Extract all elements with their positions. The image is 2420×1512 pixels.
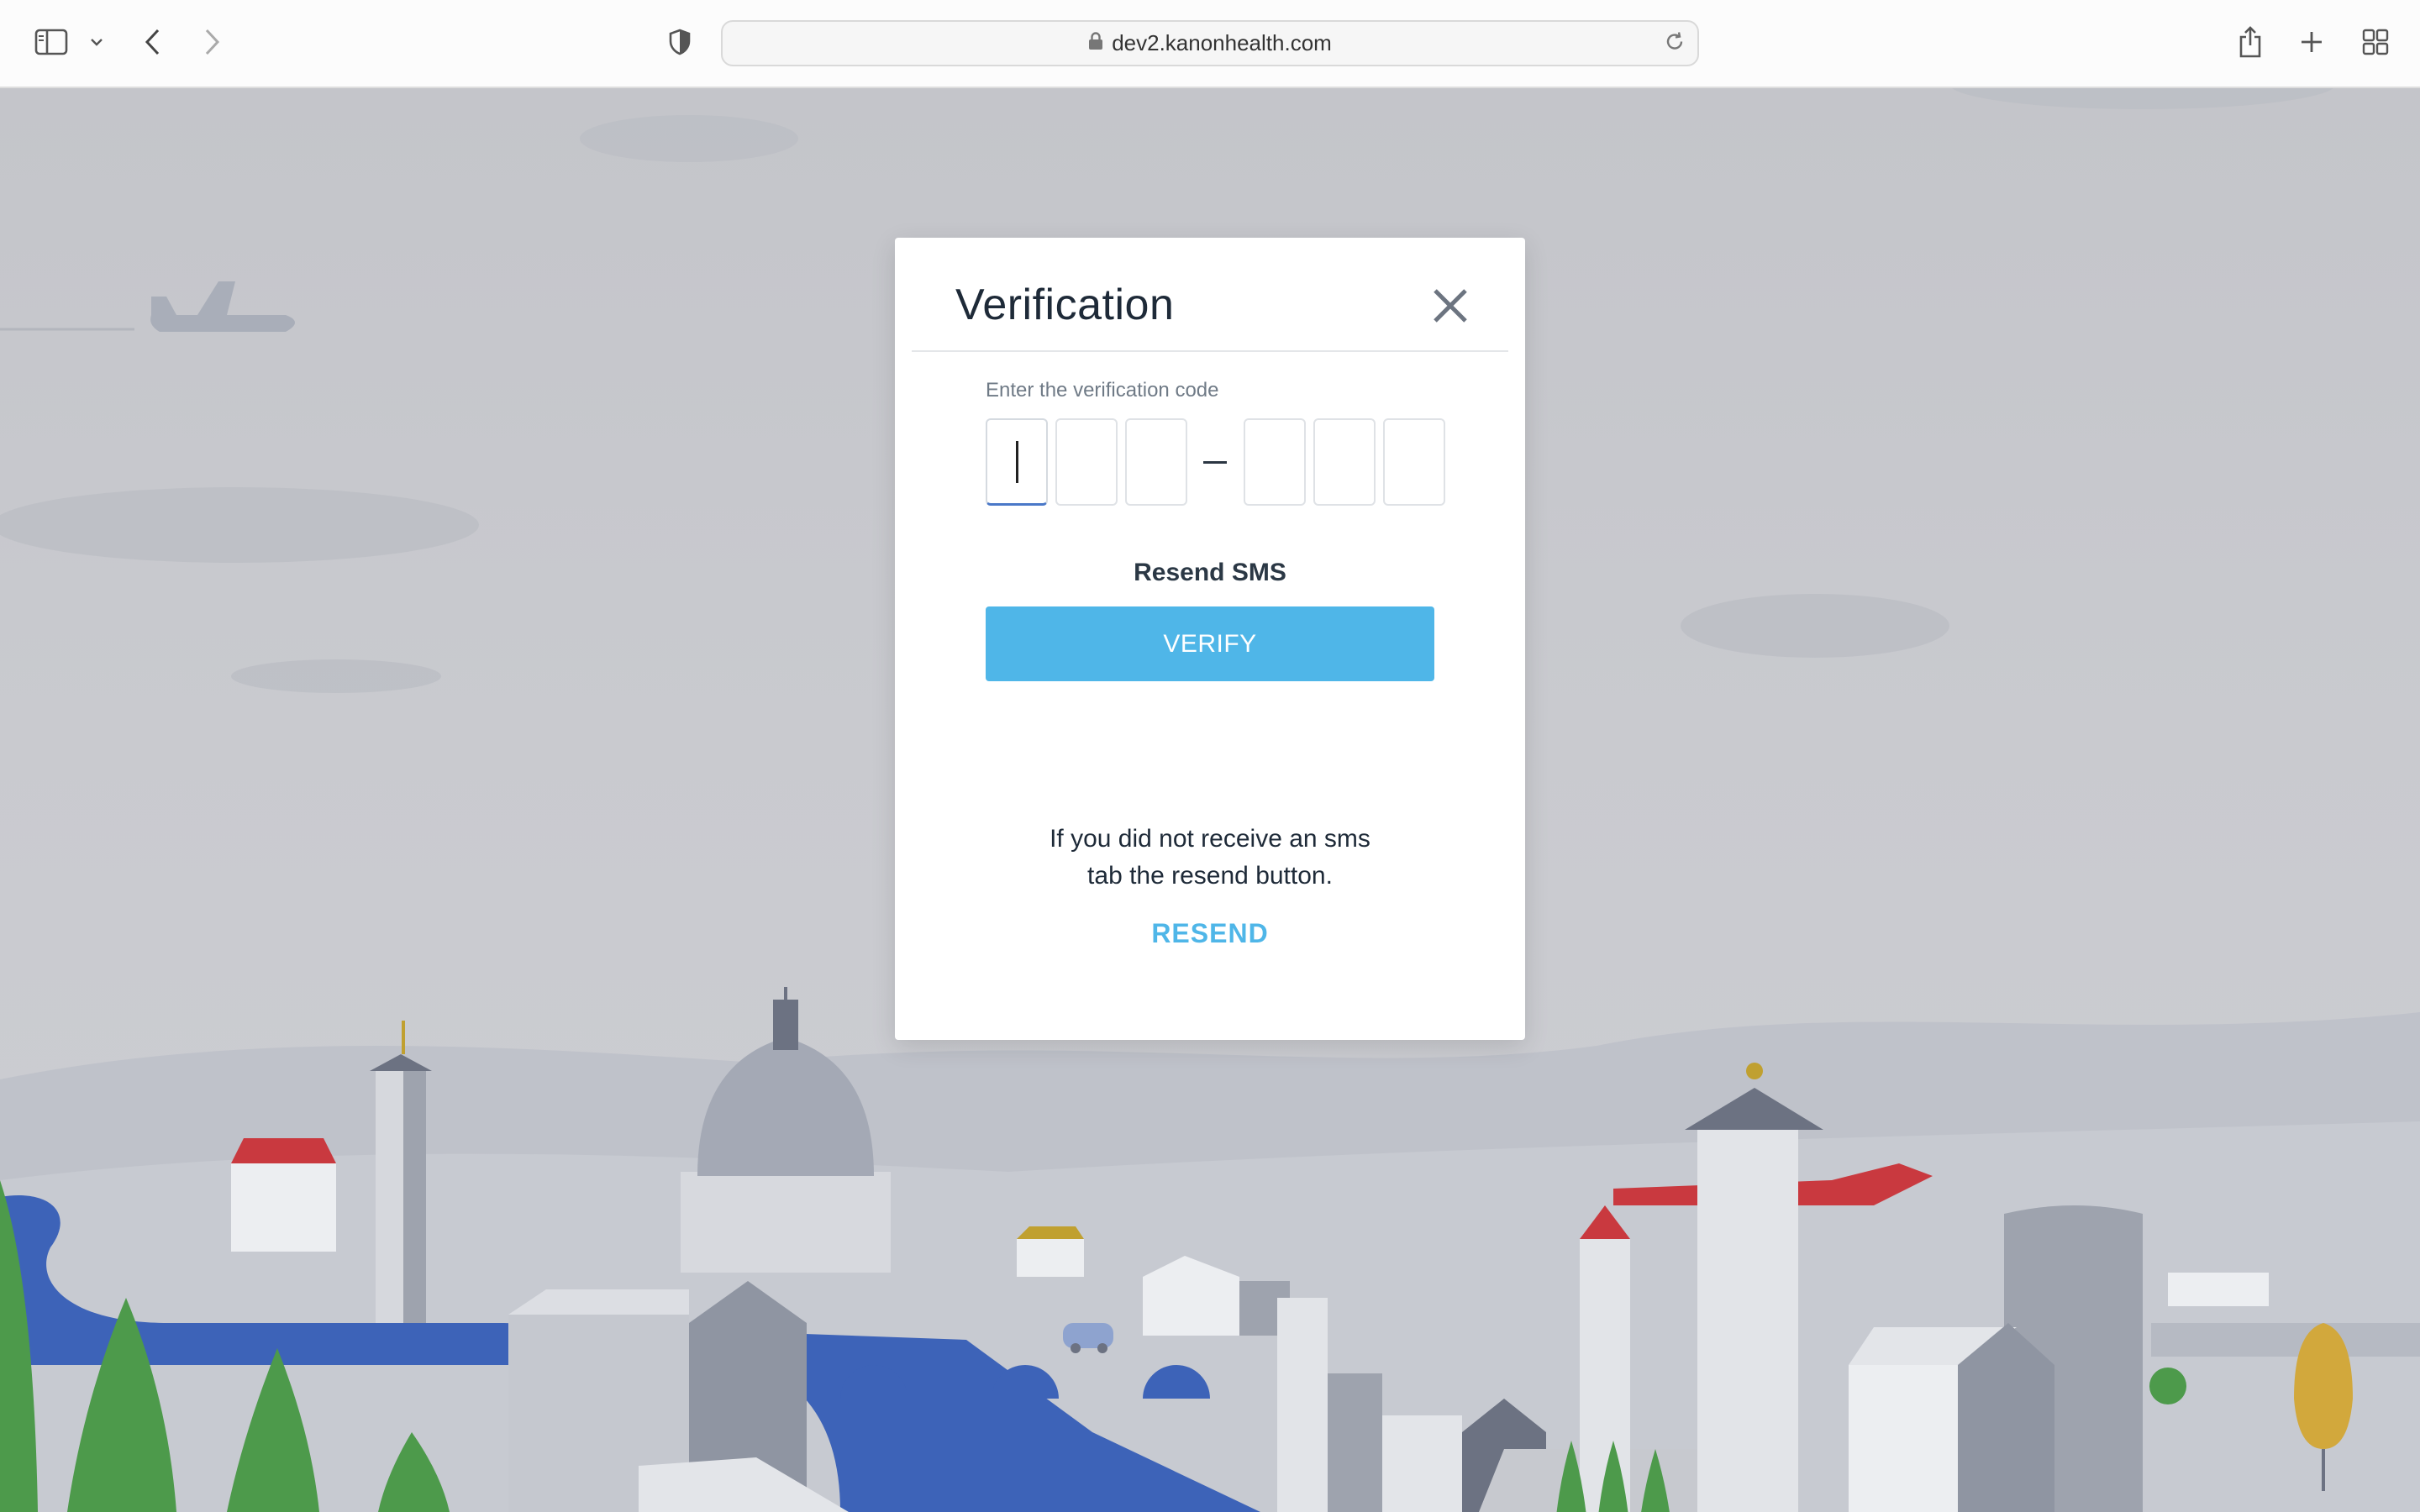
code-digit-input[interactable]: [1125, 418, 1187, 506]
modal-title: Verification: [955, 281, 1175, 329]
code-input-group: [986, 418, 1453, 506]
sidebar-icon[interactable]: [34, 28, 69, 56]
url-text: dev2.kanonhealth.com: [1112, 30, 1332, 55]
code-separator-dash: [1203, 460, 1227, 464]
info-line-2: tab the resend button.: [1087, 862, 1333, 890]
resend-info-text: If you did not receive an sms tab the re…: [895, 821, 1525, 895]
chevron-down-icon[interactable]: [87, 33, 106, 51]
code-label: Enter the verification code: [986, 379, 1219, 402]
forward-arrow-icon[interactable]: [202, 28, 224, 56]
verification-modal: Verification Enter the verification code…: [895, 238, 1525, 1040]
lock-icon: [1088, 30, 1103, 56]
text-caret: [1015, 440, 1018, 483]
close-icon[interactable]: [1426, 281, 1475, 330]
yellow-roof-house: [1017, 1226, 1084, 1277]
code-digit-input[interactable]: [986, 418, 1048, 506]
code-digit-input[interactable]: [1383, 418, 1445, 506]
privacy-shield-icon[interactable]: [667, 28, 692, 56]
resend-link[interactable]: RESEND: [895, 918, 1525, 949]
verify-button[interactable]: VERIFY: [986, 606, 1434, 681]
code-digit-input[interactable]: [1244, 418, 1306, 506]
code-digit-input[interactable]: [1313, 418, 1376, 506]
code-digit-input[interactable]: [1055, 418, 1118, 506]
info-line-1: If you did not receive an sms: [1050, 825, 1370, 853]
reload-icon[interactable]: [1664, 29, 1686, 57]
dome-building: [681, 987, 891, 1273]
resend-sms-button[interactable]: Resend SMS: [895, 559, 1525, 587]
back-arrow-icon[interactable]: [141, 28, 163, 56]
red-roof-house: [231, 1138, 336, 1252]
tab-overview-icon[interactable]: [2361, 28, 2390, 56]
browser-toolbar: dev2.kanonhealth.com: [0, 0, 2420, 88]
tower-building: [370, 1021, 432, 1323]
modal-divider: [912, 350, 1508, 352]
share-icon[interactable]: [2237, 25, 2264, 59]
airplane-icon: [0, 281, 295, 332]
address-bar[interactable]: dev2.kanonhealth.com: [721, 20, 1699, 66]
plus-icon[interactable]: [2299, 29, 2324, 55]
